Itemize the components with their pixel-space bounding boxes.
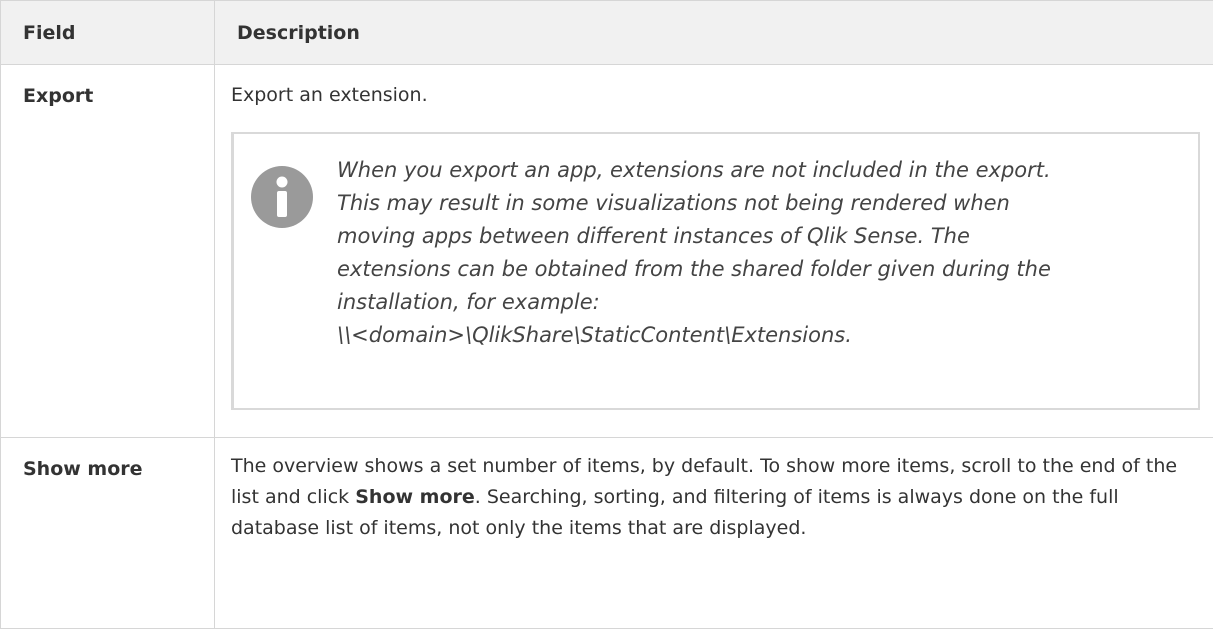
field-description: Export an extension. When you export an … bbox=[215, 65, 1213, 438]
note-line: moving apps between different instances … bbox=[337, 220, 1178, 253]
table-header-row: Field Description bbox=[1, 1, 1213, 65]
show-more-label: Show more bbox=[355, 486, 475, 508]
note-line: When you export an app, extensions are n… bbox=[337, 154, 1178, 187]
note-line: extensions can be obtained from the shar… bbox=[337, 253, 1178, 286]
field-name: Show more bbox=[1, 438, 215, 629]
header-description: Description bbox=[215, 1, 1213, 65]
note-line: This may result in some visualizations n… bbox=[337, 187, 1178, 220]
info-icon bbox=[251, 166, 313, 228]
table-row: Export Export an extension. When you exp… bbox=[1, 65, 1213, 438]
table-row: Show more The overview shows a set numbe… bbox=[1, 438, 1213, 629]
field-description-table: Field Description Export Export an exten… bbox=[0, 0, 1213, 629]
field-description: The overview shows a set number of items… bbox=[215, 438, 1213, 629]
description-text: Export an extension. bbox=[231, 80, 1191, 111]
field-name: Export bbox=[1, 65, 215, 438]
note-text: When you export an app, extensions are n… bbox=[337, 154, 1178, 352]
note-box: When you export an app, extensions are n… bbox=[231, 132, 1200, 410]
header-field: Field bbox=[1, 1, 215, 65]
note-line: \\<domain>\QlikShare\StaticContent\Exten… bbox=[337, 319, 1178, 352]
note-line: installation, for example: bbox=[337, 286, 1178, 319]
